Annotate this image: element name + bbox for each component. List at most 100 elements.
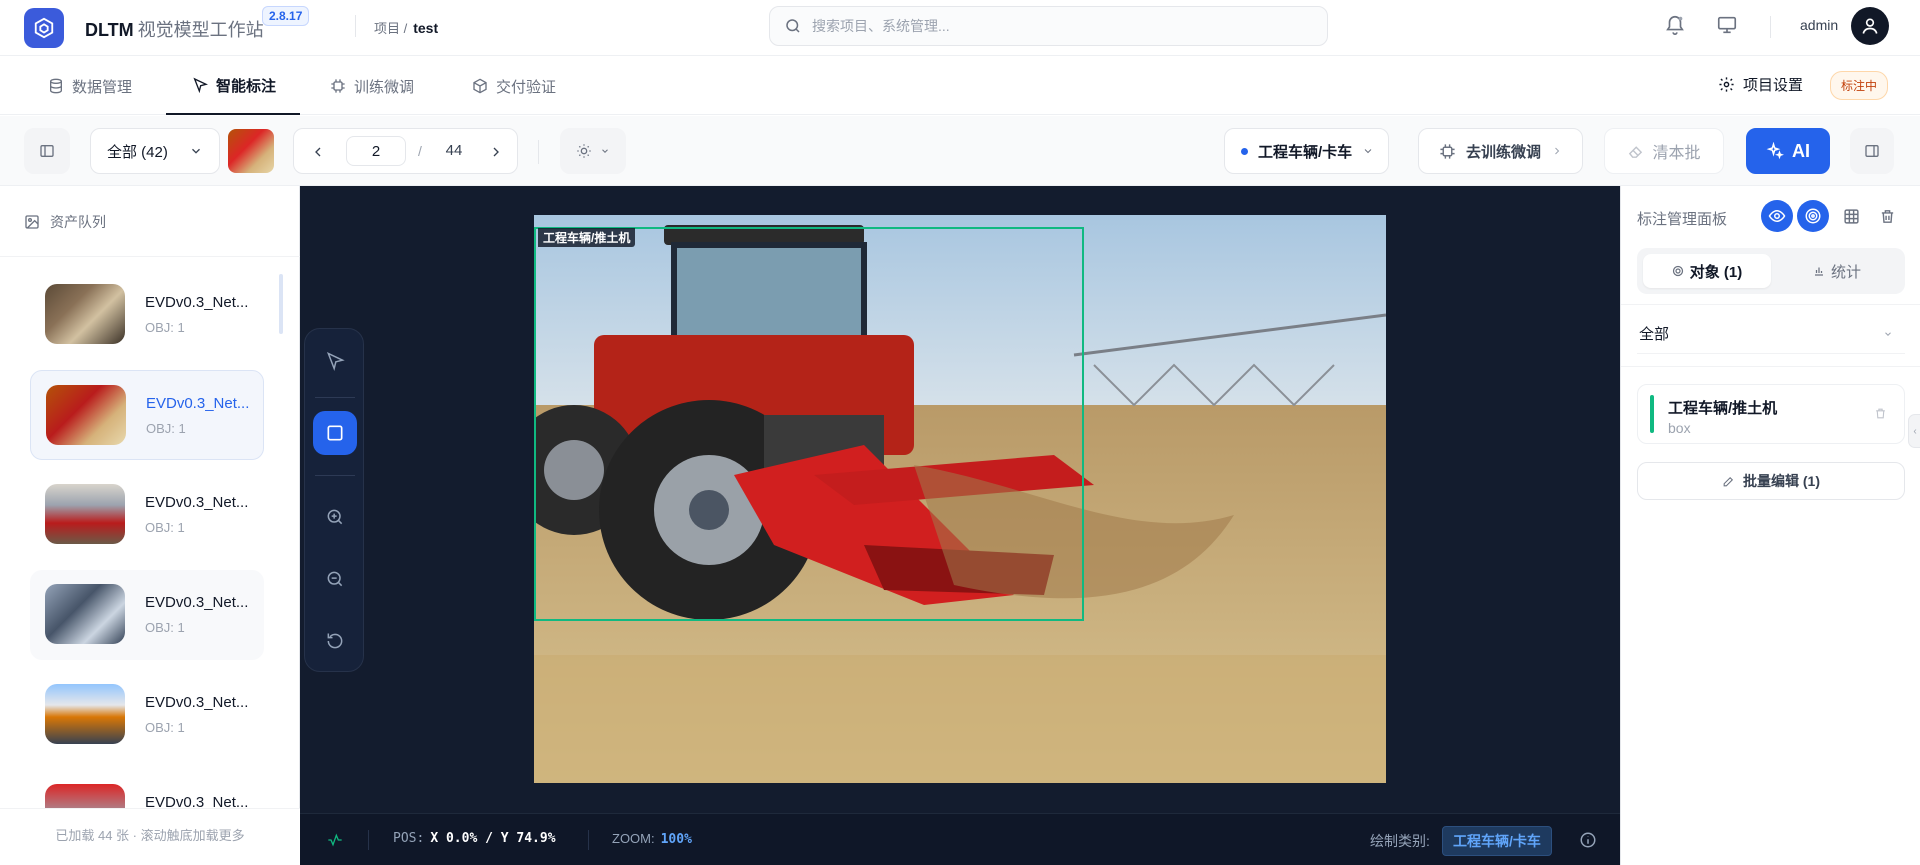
chevron-left-icon[interactable] [310,144,326,160]
cursor-icon [193,77,208,93]
asset-obj-count: OBJ: 1 [145,720,185,735]
app-header: DLTM视觉模型工作站 2.8.17 项目 / test admin [0,0,1920,56]
trash-icon[interactable] [1871,200,1903,232]
filter-label: 全部 (42) [107,143,168,161]
asset-filter-select[interactable]: 全部 (42) [90,128,220,174]
go-to-training-button[interactable]: 去训练微调 [1418,128,1583,174]
toggle-left-panel-button[interactable] [24,128,70,174]
divider [1621,304,1920,305]
app-name: DLTM [85,20,134,40]
project-settings-button[interactable]: 项目设置 [1718,74,1803,95]
brightness-dropdown[interactable] [560,128,626,174]
bell-icon[interactable] [1664,14,1686,41]
zoom-out-icon[interactable] [313,557,357,601]
cube-logo-icon[interactable] [24,8,64,48]
asset-name: EVDv0.3_Net... [145,694,249,711]
asset-item[interactable]: EVDv0.3_Net... OBJ: 1 [30,670,264,760]
breadcrumb-project[interactable]: test [413,20,438,36]
object-color-bar [1650,395,1654,433]
user-icon[interactable] [1851,7,1889,45]
tab-delivery[interactable]: 交付验证 [472,57,556,115]
target-icon[interactable] [1797,200,1829,232]
zoom-in-icon[interactable] [313,495,357,539]
bounding-box-label: 工程车辆/推土机 [538,228,636,247]
database-icon [50,78,62,94]
asset-obj-count: OBJ: 1 [145,620,185,635]
gear-icon [1719,77,1734,92]
asset-item-selected[interactable]: EVDv0.3_Net... OBJ: 1 [30,370,264,460]
sidebar-right-icon [1865,145,1879,157]
asset-queue-panel: 资产队列 EVDv0.3_Net... OBJ: 1 EVDv0.3_Net..… [0,186,300,865]
tab-statistics-label: 统计 [1830,263,1861,281]
object-filter-select[interactable]: 全部 [1637,314,1905,354]
breadcrumb-label: 项目 / [374,21,408,36]
breadcrumb: 项目 / test [374,18,438,37]
asset-item[interactable]: EVDv0.3_Net... OBJ: 1 [30,470,264,560]
tab-objects-label: 对象 (1) [1689,263,1743,281]
asset-item[interactable]: EVDv0.3_Net... OBJ: 1 [30,570,264,660]
activity-icon [328,833,342,847]
image-icon [25,215,39,229]
page-number-input[interactable] [346,136,406,166]
object-name: 工程车辆/推土机 [1668,400,1778,417]
edit-icon [1723,476,1734,486]
bar-chart-icon [1814,267,1823,276]
select-cursor-icon[interactable] [313,339,357,383]
target-icon [1672,265,1683,277]
package-icon [473,78,487,94]
chevron-right-icon [1555,147,1560,155]
eye-icon[interactable] [1761,200,1793,232]
class-selector[interactable]: 工程车辆/卡车 [1224,128,1389,174]
reset-view-icon[interactable] [313,619,357,663]
search-input[interactable] [812,18,1292,34]
status-badge: 标注中 [1830,71,1889,100]
batch-edit-button[interactable]: 批量编辑 (1) [1637,462,1905,500]
asset-thumbnail [45,484,125,544]
scrollbar[interactable] [279,274,283,334]
collapse-handle[interactable]: ‹ [1908,414,1920,448]
global-search[interactable] [769,6,1328,46]
batch-edit-label: 批量编辑 (1) [1743,473,1820,489]
ai-annotate-button[interactable]: AI [1746,128,1830,174]
zoom-label: ZOOM: [612,831,655,846]
tab-training[interactable]: 训练微调 [330,57,414,115]
trash-icon[interactable] [1874,407,1887,420]
tab-data-management[interactable]: 数据管理 [48,57,132,115]
monitor-icon[interactable] [1716,14,1738,41]
asset-obj-count: OBJ: 1 [145,520,185,535]
tab-smart-annotation[interactable]: 智能标注 [166,57,301,115]
clear-batch-button[interactable]: 清本批 [1604,128,1724,174]
grid-icon[interactable] [1835,200,1867,232]
tab-objects[interactable]: 对象 (1) [1643,254,1771,288]
annotated-image[interactable]: 工程车辆/推土机 [534,215,1386,783]
version-badge: 2.8.17 [262,6,310,26]
tab-statistics[interactable]: 统计 [1775,254,1899,288]
sun-icon [577,144,591,158]
chevron-down-icon [1885,331,1891,336]
chevron-right-icon[interactable] [488,144,504,160]
tab-label: 智能标注 [216,77,277,95]
chevron-left-icon: ‹ [1913,425,1917,437]
panel-segmented-control: 对象 (1) 统计 [1637,248,1905,294]
divider [315,475,355,476]
username[interactable]: admin [1800,17,1838,33]
annotation-toolbar: 全部 (42) / 44 工程车辆/卡车 去训练微调 清本批 AI [0,116,1920,186]
pagination: / 44 [293,128,518,174]
pos-value: X 0.0% / Y 74.9% [430,831,556,846]
object-list-item[interactable]: 工程车辆/推土机 box [1637,384,1905,444]
pos-label: POS: [393,831,425,846]
chevron-down-icon [192,148,200,154]
chevron-down-icon [602,149,608,153]
annotation-canvas[interactable]: 工程车辆/推土机 POS: X 0.0% / Y 74.9% ZOOM: 100% … [300,186,1620,865]
rectangle-tool-icon[interactable] [313,411,357,455]
asset-item[interactable]: EVDv0.3_Net... OBJ: 1 [30,270,264,360]
asset-item[interactable]: EVDv0.3_Net... [30,770,264,810]
divider [315,397,355,398]
asset-thumbnail [45,284,125,344]
toggle-right-panel-button[interactable] [1850,128,1894,174]
info-icon[interactable] [1579,831,1597,849]
divider [538,140,539,164]
bounding-box[interactable]: 工程车辆/推土机 [534,227,1084,621]
eraser-icon [1629,145,1643,158]
divider [355,15,356,37]
